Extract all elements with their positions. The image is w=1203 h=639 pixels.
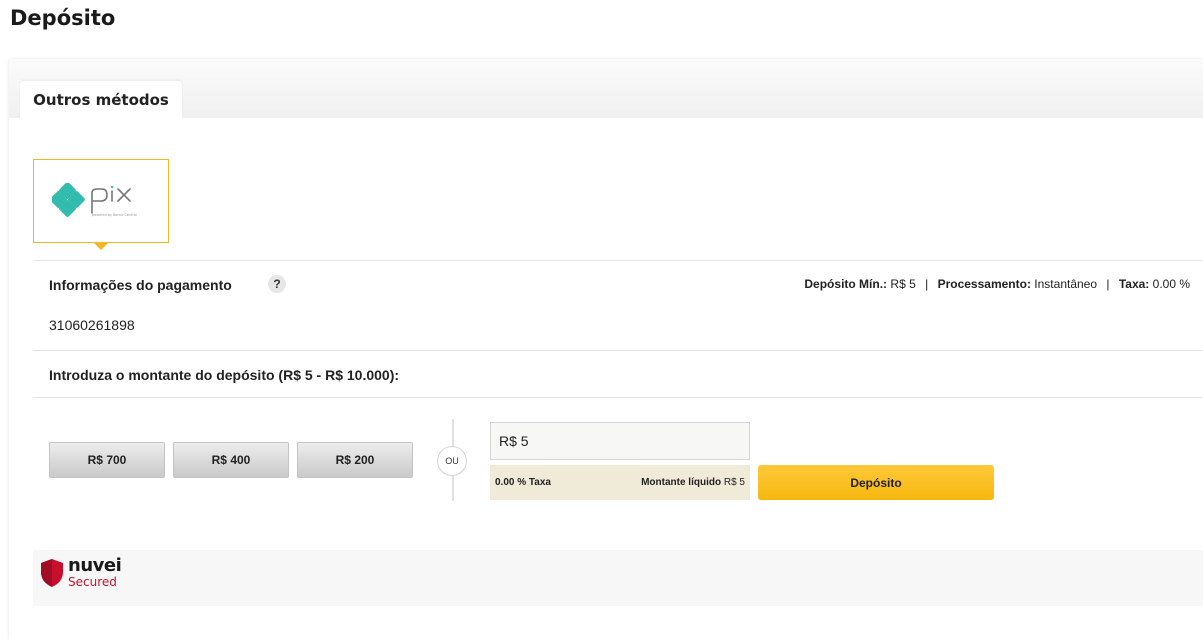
divider bbox=[33, 260, 1203, 261]
deposit-button[interactable]: Depósito bbox=[758, 465, 994, 500]
nuvei-brand: nuvei bbox=[68, 555, 122, 576]
pix-logo-icon: powered by Banco Central bbox=[52, 183, 137, 217]
help-icon[interactable]: ? bbox=[268, 275, 286, 293]
divider bbox=[33, 350, 1203, 351]
min-deposit-value: R$ 5 bbox=[890, 277, 916, 291]
fee-value: 0.00 % bbox=[1152, 277, 1190, 291]
fee-label: Taxa: bbox=[1118, 277, 1150, 291]
deposit-panel: Outros métodos powered by Banco Central … bbox=[9, 59, 1203, 639]
fee-text: 0.00 % Taxa bbox=[495, 477, 551, 488]
net-amount-value: R$ 5 bbox=[723, 477, 745, 488]
amount-prompt: Introduza o montante do depósito (R$ 5 -… bbox=[49, 367, 400, 383]
separator: | bbox=[1106, 277, 1110, 291]
shield-icon bbox=[41, 558, 63, 587]
payment-info-label: Informações do pagamento bbox=[49, 277, 232, 293]
or-label: OU bbox=[437, 446, 467, 476]
quick-amount-700-button[interactable]: R$ 700 bbox=[49, 442, 165, 478]
net-amount-label: Montante líquido bbox=[641, 477, 722, 488]
secured-footer: nuvei Secured bbox=[33, 550, 1203, 606]
selected-caret bbox=[94, 243, 108, 250]
processing-value: Instantâneo bbox=[1034, 277, 1098, 291]
payment-method-pix[interactable]: powered by Banco Central bbox=[33, 159, 169, 250]
tab-bar: Outros métodos bbox=[9, 59, 1203, 118]
secured-label: Secured bbox=[68, 575, 117, 589]
pix-subtitle: powered by Banco Central bbox=[92, 213, 137, 217]
fee-summary: 0.00 % Taxa Montante líquido R$ 5 bbox=[490, 465, 750, 500]
net-amount: Montante líquido R$ 5 bbox=[641, 477, 745, 488]
processing-label: Processamento: bbox=[937, 277, 1031, 291]
quick-amount-400-button[interactable]: R$ 400 bbox=[173, 442, 289, 478]
nuvei-logo: nuvei Secured bbox=[39, 555, 122, 589]
account-number: 31060261898 bbox=[49, 317, 135, 333]
deposit-info-line: Depósito Mín.: R$ 5 | Processamento: Ins… bbox=[804, 277, 1190, 291]
min-deposit-label: Depósito Mín.: bbox=[804, 277, 888, 291]
amount-input[interactable] bbox=[490, 422, 750, 460]
quick-amount-200-button[interactable]: R$ 200 bbox=[297, 442, 413, 478]
divider bbox=[33, 397, 1203, 398]
separator: | bbox=[925, 277, 929, 291]
page-title: Depósito bbox=[10, 6, 116, 30]
tab-other-methods[interactable]: Outros métodos bbox=[20, 81, 182, 118]
